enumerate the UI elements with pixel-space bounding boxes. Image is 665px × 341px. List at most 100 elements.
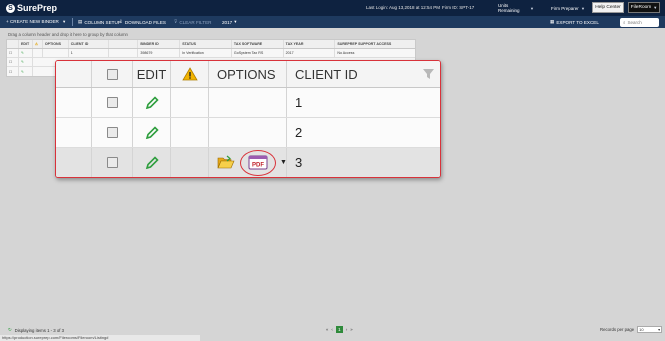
row-select-cell[interactable] bbox=[92, 148, 133, 177]
zoomed-grid-callout: EDIT OPTIONS CLIENT ID 1 2 PDF ▼ 3 bbox=[55, 60, 441, 178]
options-group: PDF ▼ bbox=[217, 149, 287, 176]
logo-mark-icon: S bbox=[6, 3, 15, 13]
current-page-button[interactable]: 1 bbox=[335, 326, 343, 333]
options-dropdown-icon[interactable]: ▼ bbox=[280, 159, 287, 166]
warning-cell bbox=[171, 88, 209, 117]
header-binder-id[interactable]: BINDER ID bbox=[138, 40, 181, 48]
header-support-access[interactable]: SUREPREP SUPPORT ACCESS bbox=[335, 40, 415, 48]
warning-cell bbox=[171, 148, 209, 177]
export-to-excel-button[interactable]: ▦ EXPORT TO EXCEL bbox=[550, 19, 599, 25]
header-tax-year[interactable]: TAX YEAR bbox=[284, 40, 336, 48]
create-binder-button[interactable]: + CREATE NEW BINDER bbox=[6, 19, 59, 24]
search-placeholder: Search bbox=[627, 19, 642, 25]
edit-pencil-icon[interactable]: ✎ bbox=[19, 49, 33, 57]
group-by-drop-zone[interactable]: Drag a column header and drop it here to… bbox=[8, 32, 128, 37]
records-per-page-select[interactable]: 10 ▾ bbox=[637, 326, 663, 333]
tax-year-cell: 2017 bbox=[284, 49, 336, 57]
tax-year-select[interactable]: 2017 ▾ bbox=[222, 19, 237, 25]
client-id-cell: 1 bbox=[69, 49, 109, 57]
download-files-button[interactable]: ⇩ DOWNLOAD FILES bbox=[119, 19, 166, 25]
open-folder-icon[interactable] bbox=[217, 155, 235, 170]
export-label: EXPORT TO EXCEL bbox=[556, 19, 599, 25]
tax-software-cell: GoSystem Tax RS bbox=[232, 49, 284, 57]
warning-cell bbox=[33, 49, 43, 57]
download-files-label: DOWNLOAD FILES bbox=[124, 19, 166, 25]
filter-icon[interactable] bbox=[423, 69, 434, 79]
next-page-icon[interactable]: › bbox=[346, 327, 347, 332]
client-id-cell: 1 bbox=[295, 95, 303, 110]
header-options[interactable]: OPTIONS bbox=[209, 61, 287, 87]
pdf-label: PDF bbox=[252, 163, 264, 169]
header-status[interactable]: STATUS bbox=[180, 40, 232, 48]
chevron-down-icon: ▼ bbox=[530, 5, 534, 11]
row-blank-cell bbox=[56, 148, 92, 177]
warning-cell bbox=[171, 118, 209, 147]
edit-pencil-icon[interactable] bbox=[144, 125, 160, 141]
header-blank bbox=[109, 40, 139, 48]
options-cell: PDF ▼ bbox=[209, 148, 287, 177]
header-client-id[interactable]: CLIENT ID bbox=[287, 61, 440, 87]
table-row[interactable]: ☐ ✎ 1 398679 In Verification GoSystem Ta… bbox=[7, 49, 415, 58]
edit-cell[interactable] bbox=[133, 148, 171, 177]
row-checkbox[interactable]: ☐ bbox=[7, 67, 19, 76]
prev-page-icon[interactable]: ‹ bbox=[331, 327, 332, 332]
role-select[interactable]: Firm Preparer ▼ bbox=[548, 3, 588, 13]
search-input[interactable]: ⌕ Search bbox=[620, 17, 659, 27]
header-edit[interactable]: EDIT bbox=[19, 40, 33, 48]
edit-pencil-icon[interactable]: ✎ bbox=[19, 58, 33, 66]
logo-text: SurePrep bbox=[17, 3, 58, 13]
pager-navigation: « ‹ 1 › » bbox=[326, 326, 353, 333]
edit-cell[interactable] bbox=[133, 118, 171, 147]
row-select-cell[interactable] bbox=[92, 88, 133, 117]
sureprep-logo[interactable]: S SurePrep bbox=[6, 3, 57, 13]
row-checkbox[interactable] bbox=[106, 97, 118, 108]
row-checkbox[interactable] bbox=[106, 127, 118, 138]
firm-id-text: Firm ID: SPT-17 bbox=[442, 5, 475, 10]
pdf-button-highlight[interactable]: PDF bbox=[240, 149, 276, 176]
first-page-icon[interactable]: « bbox=[326, 327, 328, 332]
role-label: Firm Preparer bbox=[551, 5, 579, 11]
download-icon: ⇩ bbox=[119, 19, 123, 24]
refresh-icon[interactable]: ↻ bbox=[8, 327, 12, 333]
select-all-checkbox[interactable] bbox=[106, 68, 118, 80]
table-row[interactable]: 2 bbox=[56, 118, 440, 148]
column-setup-label: COLUMN SETUP bbox=[84, 19, 121, 25]
edit-pencil-icon[interactable] bbox=[144, 95, 160, 111]
columns-icon: ▤ bbox=[78, 19, 83, 24]
row-checkbox[interactable] bbox=[106, 157, 118, 168]
header-select-cell[interactable] bbox=[92, 61, 133, 87]
status-cell: In Verification bbox=[180, 49, 232, 57]
table-row[interactable]: PDF ▼ 3 bbox=[56, 148, 440, 177]
row-checkbox[interactable]: ☐ bbox=[7, 49, 19, 57]
last-login-text: Last Login: Aug 13,2018 at 12:54 PM bbox=[366, 5, 441, 10]
header-blank-cell bbox=[56, 61, 92, 87]
last-page-icon[interactable]: » bbox=[350, 327, 352, 332]
header-options[interactable]: OPTIONS bbox=[43, 40, 69, 48]
grid-header: EDIT ⚠ OPTIONS CLIENT ID BINDER ID STATU… bbox=[7, 40, 415, 49]
records-per-page-value: 10 bbox=[639, 327, 644, 332]
action-toolbar: + CREATE NEW BINDER ▾ ▤ COLUMN SETUP ⇩ D… bbox=[0, 16, 665, 28]
edit-pencil-icon[interactable]: ✎ bbox=[19, 67, 33, 76]
fileroom-button[interactable]: FileRoom ▼ bbox=[628, 2, 660, 13]
clear-filter-button[interactable]: ⊽ CLEAR FILTER bbox=[174, 19, 211, 25]
units-remaining-select[interactable]: Units Remaining ▼ bbox=[495, 3, 537, 13]
search-icon: ⌕ bbox=[623, 19, 626, 25]
records-per-page: Records per page 10 ▾ bbox=[600, 326, 663, 333]
header-client-id[interactable]: CLIENT ID bbox=[69, 40, 109, 48]
table-row[interactable]: 1 bbox=[56, 88, 440, 118]
pdf-binder-icon[interactable]: PDF bbox=[248, 155, 268, 170]
row-select-cell[interactable] bbox=[92, 118, 133, 147]
options-cell bbox=[209, 118, 287, 147]
fileroom-label: FileRoom bbox=[630, 5, 652, 10]
header-edit[interactable]: EDIT bbox=[133, 61, 171, 87]
chevron-down-icon: ▼ bbox=[581, 5, 585, 11]
edit-pencil-icon[interactable] bbox=[144, 155, 160, 171]
create-binder-dropdown-icon[interactable]: ▾ bbox=[63, 19, 65, 25]
help-center-button[interactable]: Help Center bbox=[592, 2, 624, 13]
edit-cell[interactable] bbox=[133, 88, 171, 117]
column-setup-button[interactable]: ▤ COLUMN SETUP bbox=[78, 19, 121, 25]
row-blank-cell bbox=[56, 118, 92, 147]
row-checkbox[interactable]: ☐ bbox=[7, 58, 19, 66]
header-select[interactable] bbox=[7, 40, 19, 48]
header-tax-software[interactable]: TAX SOFTWARE bbox=[232, 40, 284, 48]
